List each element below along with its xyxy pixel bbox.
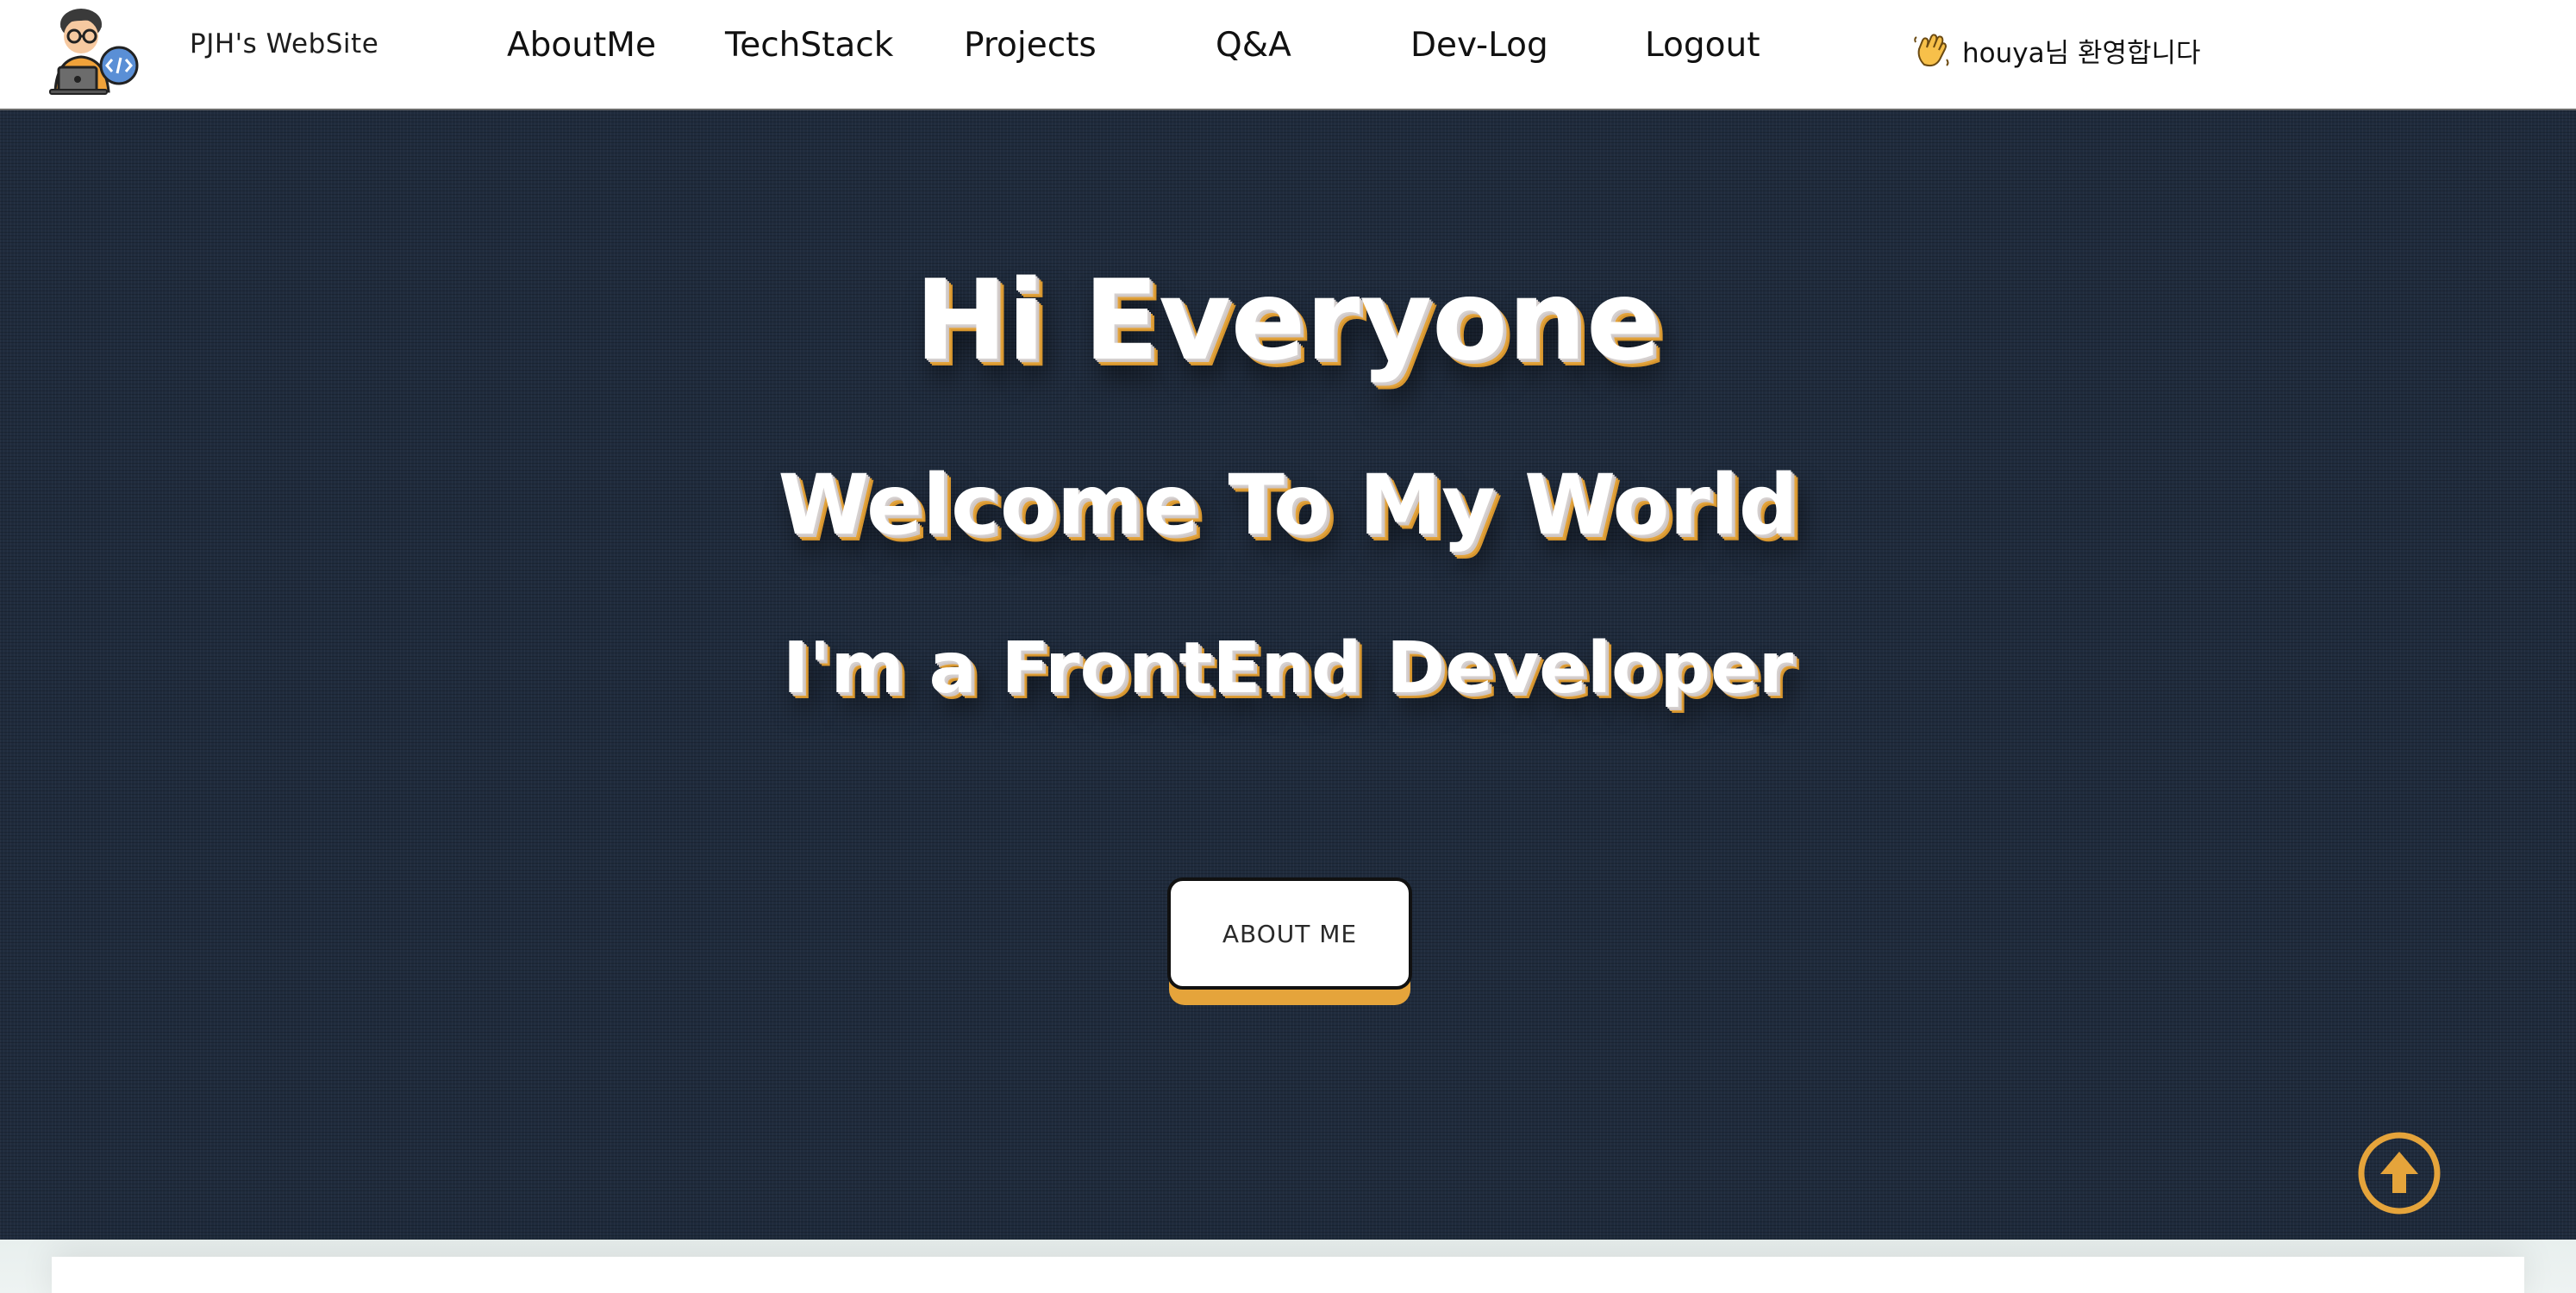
next-section-preview [0,1240,2576,1293]
developer-avatar-icon[interactable] [45,5,141,95]
site-header: PJH's WebSite AboutMe TechStack Projects… [0,0,2576,110]
next-section-card [52,1257,2524,1293]
page: PJH's WebSite AboutMe TechStack Projects… [0,0,2576,1293]
nav-item-devlog[interactable]: Dev-Log [1410,26,1548,65]
hero-section: Hi Everyone Welcome To My World I'm a Fr… [0,110,2576,1240]
about-me-button[interactable]: ABOUT ME [1167,878,1412,990]
nav-item-aboutme[interactable]: AboutMe [507,26,656,65]
about-me-button-wrapper: ABOUT ME [1167,878,1412,1005]
hero-tagline: I'm a FrontEnd Developer [782,628,1794,709]
waving-hand-icon [1914,34,1949,67]
hero-subheading: Welcome To My World [778,457,1798,553]
nav-item-projects[interactable]: Projects [964,26,1097,65]
hero-heading: Hi Everyone [915,257,1661,385]
site-title[interactable]: PJH's WebSite [190,28,378,59]
user-greeting: houya님 환영합니다 [1912,31,2201,69]
greeting-text: houya님 환영합니다 [1962,37,2201,69]
nav-item-techstack[interactable]: TechStack [725,26,893,65]
nav-item-qna[interactable]: Q&A [1216,26,1291,65]
arrow-up-circle-icon[interactable] [2357,1131,2442,1215]
nav-item-logout[interactable]: Logout [1645,26,1760,65]
